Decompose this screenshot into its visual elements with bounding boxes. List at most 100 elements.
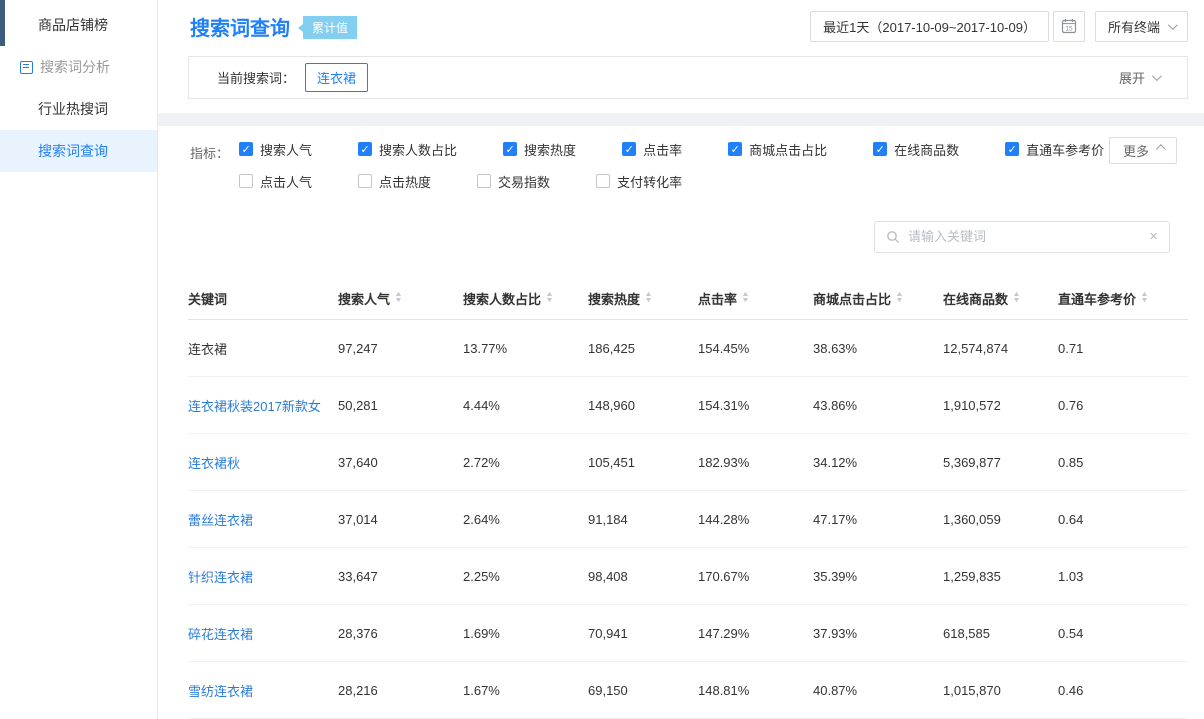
clear-icon[interactable]: ×: [1149, 229, 1158, 244]
keyword-link[interactable]: 雪纺连衣裙: [188, 661, 338, 718]
indicator-row-1: 搜索人气 搜索人数占比 搜索热度 点击率 商城点击占比 在线商品数 直通车参考价: [239, 140, 1150, 159]
sidebar-item[interactable]: 搜索词查询: [0, 130, 157, 172]
column-header[interactable]: 搜索人气▲▼: [338, 277, 463, 320]
results-panel: 指标： 搜索人气搜索人数占比搜索热度点击率商城点击占比在线商品数直通车参考价 点…: [158, 126, 1204, 719]
column-header[interactable]: 搜索人数占比▲▼: [463, 277, 588, 320]
column-header[interactable]: 直通车参考价▲▼: [1058, 277, 1188, 320]
value-cell: 37.93%: [813, 604, 943, 661]
table-header-row: 关键词搜索人气▲▼搜索人数占比▲▼搜索热度▲▼点击率▲▼商城点击占比▲▼在线商品…: [188, 277, 1188, 320]
checkbox-icon[interactable]: [239, 174, 253, 188]
checkbox-icon[interactable]: [477, 174, 491, 188]
date-range-picker[interactable]: 最近1天（2017-10-09~2017-10-09）: [810, 11, 1049, 42]
column-header: 关键词: [188, 277, 338, 320]
sidebar-item[interactable]: 商品店铺榜: [0, 4, 157, 46]
calendar-icon: 15: [1061, 18, 1077, 34]
more-button[interactable]: 更多: [1109, 137, 1177, 164]
keyword-link[interactable]: 连衣裙秋装2017新款女: [188, 376, 338, 433]
indicator-checkbox[interactable]: 点击人气: [239, 172, 312, 191]
chevron-down-icon: [1168, 20, 1178, 30]
value-cell: 69,150: [588, 661, 698, 718]
sort-icon[interactable]: ▲▼: [395, 292, 402, 304]
value-cell: 105,451: [588, 433, 698, 490]
indicator-checkbox[interactable]: 点击率: [622, 140, 682, 159]
sidebar-item-label: 行业热搜词: [38, 99, 108, 119]
indicator-checkbox-label: 搜索人气: [260, 140, 312, 159]
sort-icon[interactable]: ▲▼: [1141, 292, 1148, 304]
keyword-link[interactable]: 碎花连衣裙: [188, 604, 338, 661]
search-icon: [886, 230, 900, 244]
indicator-checkbox[interactable]: 直通车参考价: [1005, 140, 1104, 159]
column-label: 搜索热度: [588, 289, 640, 308]
value-cell: 0.71: [1058, 319, 1188, 376]
indicator-checkbox-label: 点击热度: [379, 172, 431, 191]
sort-icon[interactable]: ▲▼: [645, 292, 652, 304]
table-row: 雪纺连衣裙28,2161.67%69,150148.81%40.87%1,015…: [188, 661, 1188, 718]
value-cell: 97,247: [338, 319, 463, 376]
value-cell: 34.12%: [813, 433, 943, 490]
sidebar-item-label: 搜索词分析: [40, 57, 110, 77]
checkbox-icon[interactable]: [239, 142, 253, 156]
checkbox-icon[interactable]: [1005, 142, 1019, 156]
sort-desc-icon: ▼: [1012, 298, 1021, 304]
column-header[interactable]: 商城点击占比▲▼: [813, 277, 943, 320]
indicator-checkbox-label: 点击人气: [260, 172, 312, 191]
checkbox-icon[interactable]: [358, 142, 372, 156]
sort-icon[interactable]: ▲▼: [896, 292, 903, 304]
sort-desc-icon: ▼: [1140, 298, 1149, 304]
sort-icon[interactable]: ▲▼: [1013, 292, 1020, 304]
indicator-checkbox[interactable]: 在线商品数: [873, 140, 959, 159]
keyword-link[interactable]: 针织连衣裙: [188, 547, 338, 604]
indicator-checkbox[interactable]: 搜索热度: [503, 140, 576, 159]
sidebar-item[interactable]: 搜索词分析: [0, 46, 157, 88]
indicator-checkbox-label: 搜索热度: [524, 140, 576, 159]
badge-label: 累计值: [303, 16, 357, 39]
chevron-down-icon: [1152, 71, 1162, 81]
indicator-checkbox[interactable]: 搜索人气: [239, 140, 312, 159]
value-cell: 98,408: [588, 547, 698, 604]
terminal-select[interactable]: 所有终端: [1095, 11, 1188, 42]
indicator-checkbox-label: 在线商品数: [894, 140, 959, 159]
column-header[interactable]: 搜索热度 ▲▼: [588, 277, 698, 320]
left-edge-strip: [0, 0, 5, 46]
indicator-checkbox[interactable]: 点击热度: [358, 172, 431, 191]
checkbox-icon[interactable]: [622, 142, 636, 156]
calendar-button[interactable]: 15: [1053, 11, 1085, 42]
sidebar-item[interactable]: 行业热搜词: [0, 88, 157, 130]
checkbox-icon[interactable]: [873, 142, 887, 156]
value-cell: 4.44%: [463, 376, 588, 433]
indicator-checkbox[interactable]: 商城点击占比: [728, 140, 827, 159]
keyword-link[interactable]: 连衣裙秋: [188, 433, 338, 490]
indicator-checkbox[interactable]: 交易指数: [477, 172, 550, 191]
expand-toggle[interactable]: 展开: [1119, 68, 1159, 87]
indicator-checkbox[interactable]: 支付转化率: [596, 172, 682, 191]
value-cell: 13.77%: [463, 319, 588, 376]
sidebar: 商品店铺榜搜索词分析行业热搜词搜索词查询: [0, 0, 158, 719]
header-controls: 最近1天（2017-10-09~2017-10-09） 15 所有终端: [810, 11, 1188, 42]
current-keyword-label: 当前搜索词：: [217, 68, 295, 87]
current-keyword-tag[interactable]: 连衣裙: [305, 63, 368, 92]
sort-icon[interactable]: ▲▼: [546, 292, 553, 304]
value-cell: 148,960: [588, 376, 698, 433]
indicator-checkbox-label: 交易指数: [498, 172, 550, 191]
checkbox-icon[interactable]: [728, 142, 742, 156]
section-divider: [158, 113, 1204, 126]
column-header[interactable]: 在线商品数▲▼: [943, 277, 1058, 320]
value-cell: 0.85: [1058, 433, 1188, 490]
sort-icon[interactable]: ▲▼: [742, 292, 749, 304]
value-cell: 0.76: [1058, 376, 1188, 433]
checkbox-icon[interactable]: [596, 174, 610, 188]
table-body: 连衣裙97,24713.77%186,425154.45%38.63%12,57…: [188, 319, 1188, 718]
indicator-row-2: 点击人气 点击热度 交易指数 支付转化率: [239, 172, 1150, 191]
sort-desc-icon: ▼: [394, 298, 403, 304]
checkbox-icon[interactable]: [358, 174, 372, 188]
indicator-checkbox-label: 搜索人数占比: [379, 140, 457, 159]
search-input[interactable]: [908, 229, 1141, 244]
checkbox-icon[interactable]: [503, 142, 517, 156]
date-range-label: 最近1天（2017-10-09~2017-10-09）: [823, 17, 1036, 36]
indicator-checkbox[interactable]: 搜索人数占比: [358, 140, 457, 159]
keyword-link[interactable]: 蕾丝连衣裙: [188, 490, 338, 547]
value-cell: 1.03: [1058, 547, 1188, 604]
value-cell: 0.54: [1058, 604, 1188, 661]
more-label: 更多: [1123, 141, 1149, 160]
column-header[interactable]: 点击率▲▼: [698, 277, 813, 320]
